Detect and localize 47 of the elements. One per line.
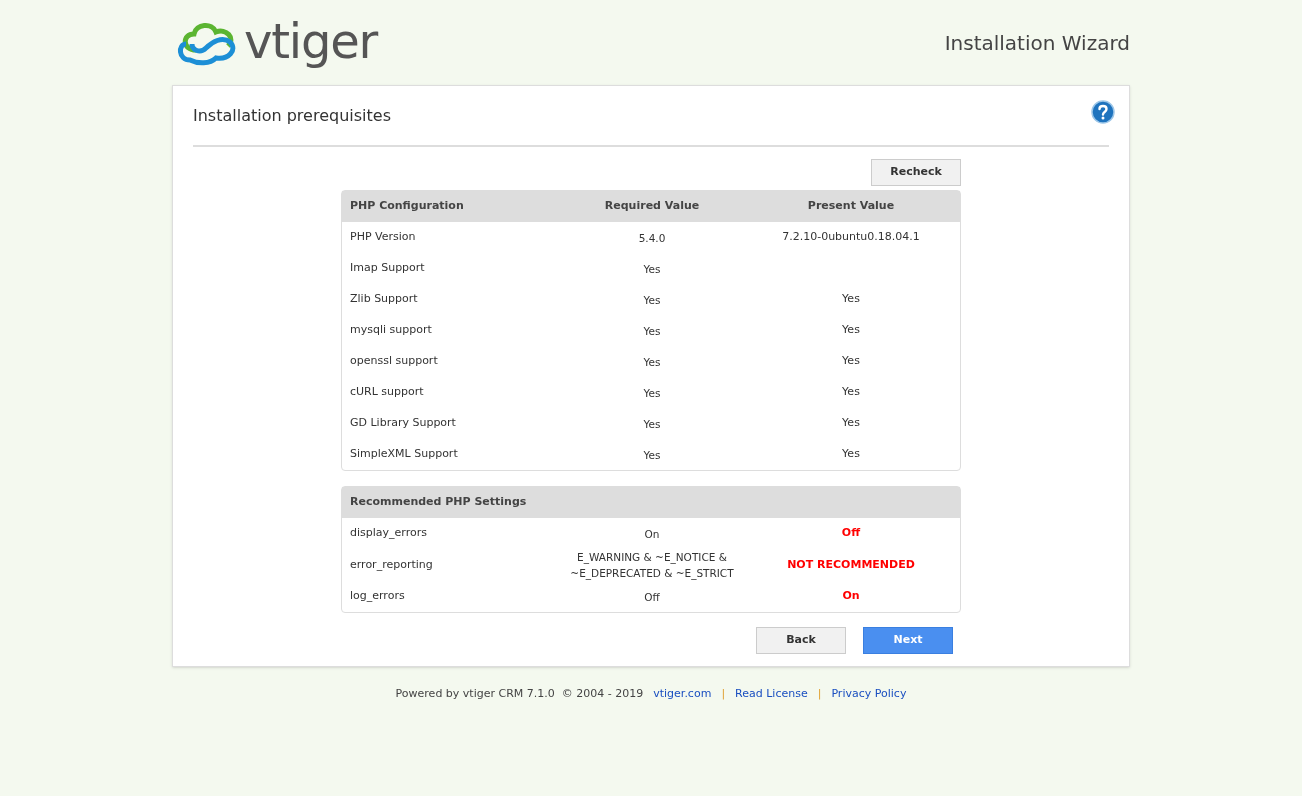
required-value: Yes (642, 416, 662, 432)
setting-name: display_errors (349, 525, 428, 542)
required-value: 5.4.0 (637, 230, 667, 246)
footer-link[interactable]: vtiger.com (653, 686, 712, 703)
present-value: Yes (842, 353, 860, 370)
required-value: Yes (642, 354, 662, 370)
page-title: Installation Wizard (944, 29, 1130, 57)
footer-link[interactable]: Privacy Policy (831, 686, 907, 703)
required-value: Yes (642, 292, 662, 308)
separator: | (721, 686, 726, 702)
present-value: Yes (842, 415, 860, 432)
setting-name: SimpleXML Support (349, 446, 459, 463)
separator: | (817, 686, 822, 702)
present-value: Yes (842, 384, 860, 401)
setting-name: GD Library Support (349, 415, 457, 432)
recheck-button[interactable]: Recheck (871, 159, 961, 186)
setting-name: Zlib Support (349, 291, 419, 308)
setting-name: mysqli support (349, 322, 433, 339)
present-value: Yes (842, 322, 860, 339)
setting-name: log_errors (349, 588, 406, 605)
required-value: Yes (642, 323, 662, 339)
column-header: Present Value (806, 198, 896, 215)
footer-link[interactable]: Read License (735, 686, 808, 703)
present-value: NOT RECOMMENDED (787, 556, 915, 573)
copyright-text: Powered by vtiger CRM 7.1.0 © 2004 - 2019 (395, 686, 644, 702)
setting-name: PHP Version (349, 229, 417, 246)
panel-title: Installation prerequisites (193, 104, 391, 127)
setting-name: cURL support (349, 384, 425, 401)
help-icon[interactable] (1091, 99, 1115, 124)
setting-name: error_reporting (349, 556, 434, 573)
present-value: On (842, 588, 860, 605)
back-button[interactable]: Back (756, 627, 846, 654)
setting-name: openssl support (349, 353, 439, 370)
column-header: Required Value (603, 198, 701, 215)
required-value: Yes (642, 385, 662, 401)
column-header: PHP Configuration (349, 198, 465, 215)
required-value: On (643, 526, 661, 542)
required-value: E_WARNING & ~E_NOTICE & ~E_DEPRECATED & ~E_STRICT (569, 550, 735, 581)
present-value: Off (841, 525, 861, 542)
required-value: Off (643, 589, 661, 605)
required-value: Yes (642, 261, 662, 277)
present-value: Yes (842, 446, 860, 463)
section-header: Recommended PHP Settings (349, 494, 527, 511)
required-value: Yes (642, 447, 662, 463)
setting-name: Imap Support (349, 260, 426, 277)
present-value: Yes (842, 291, 860, 308)
present-value: 7.2.10-0ubuntu0.18.04.1 (782, 229, 920, 246)
